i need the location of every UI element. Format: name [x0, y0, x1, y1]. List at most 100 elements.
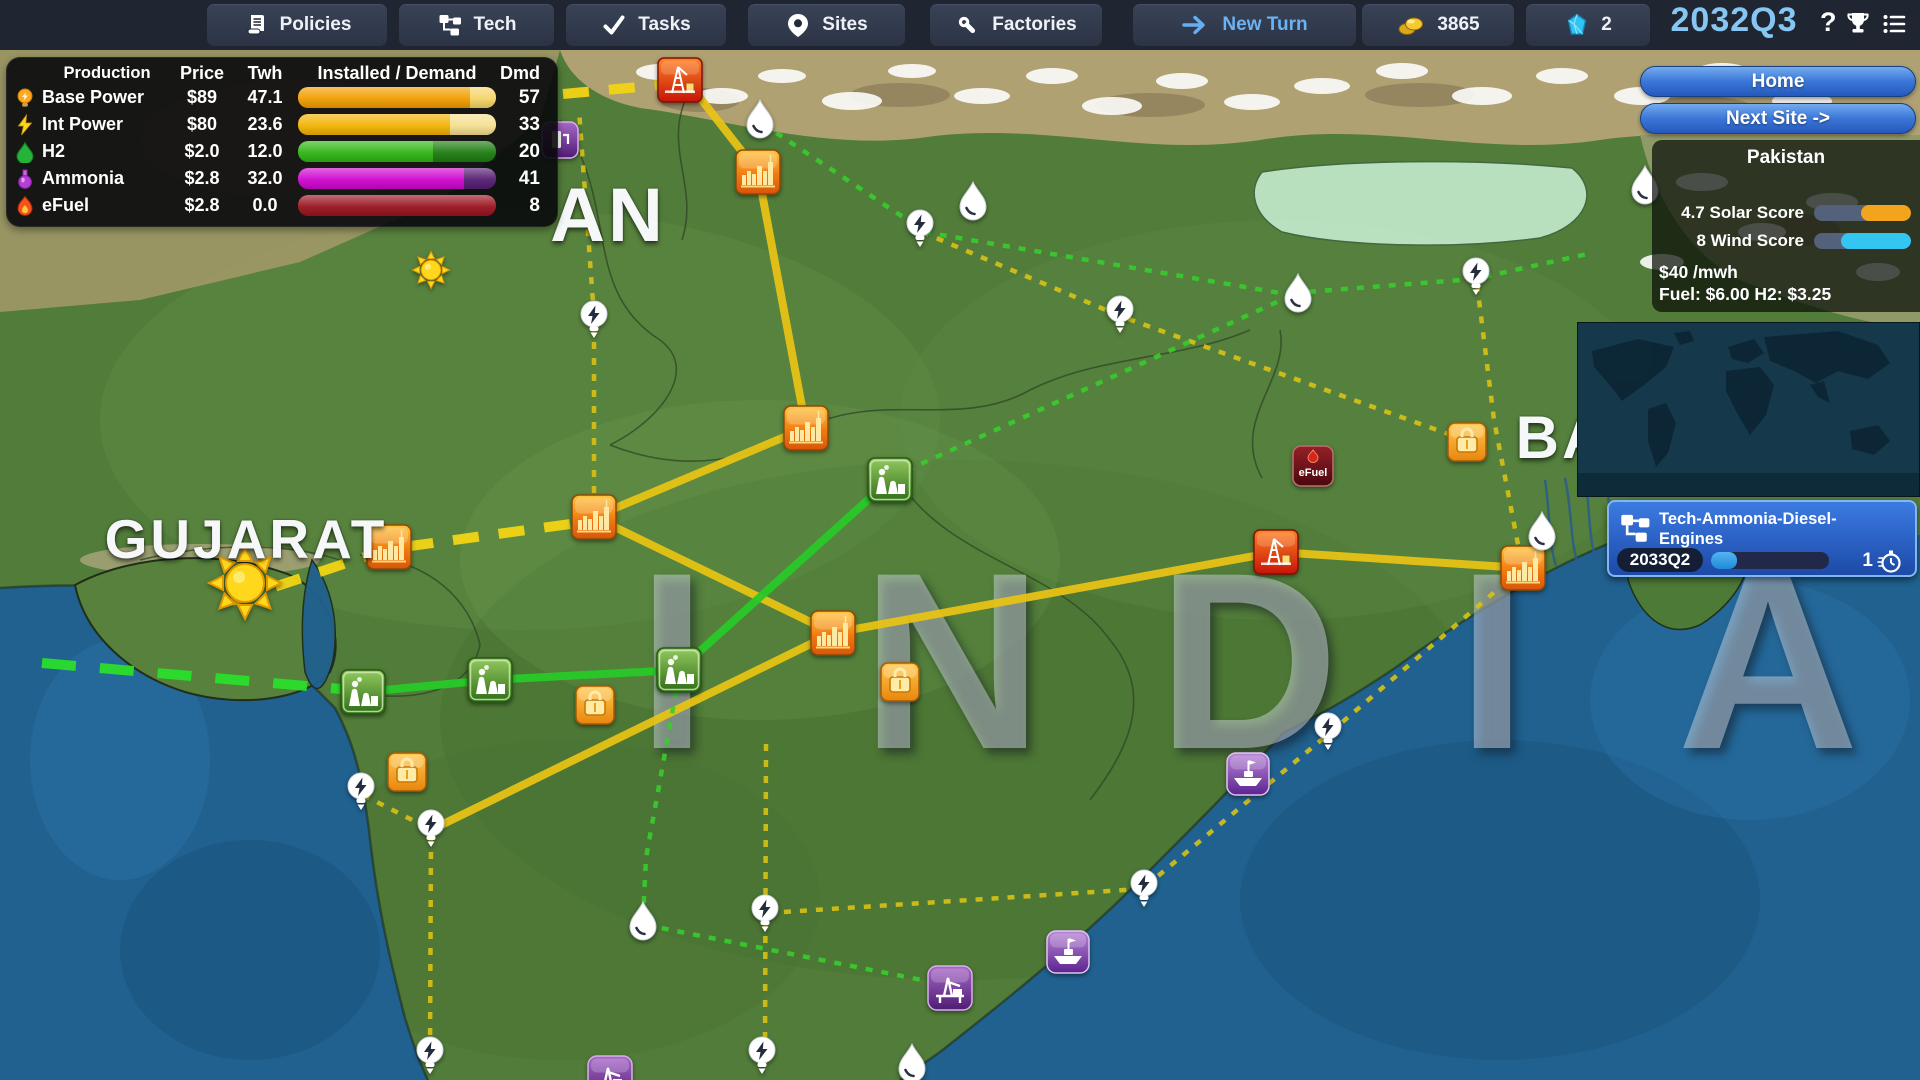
marker-ship[interactable]	[1046, 930, 1090, 974]
col-installed-demand: Installed / Demand	[298, 64, 496, 82]
svg-text:eFuel: eFuel	[1299, 467, 1328, 479]
research-eta: 2033Q2	[1617, 548, 1703, 572]
marker-efuel[interactable]: eFuel	[1292, 445, 1334, 487]
marker-factory[interactable]	[867, 457, 913, 503]
fuel-prices: Fuel: $6.00 H2: $3.25	[1659, 284, 1831, 305]
research-title: Tech-Ammonia-Diesel- Engines	[1659, 509, 1837, 549]
marker-bulb[interactable]	[905, 208, 935, 252]
production-panel: Production Price Twh Installed / Demand …	[6, 57, 558, 227]
marker-city[interactable]	[783, 405, 829, 451]
bulb-icon	[14, 87, 42, 109]
capacity-bar	[298, 141, 496, 162]
marker-goods[interactable]	[387, 752, 427, 792]
production-row-base-power: Base Power $89 47.1 57	[14, 84, 550, 111]
col-production: Production	[42, 65, 172, 82]
game-date: 2032Q3	[1652, 1, 1816, 40]
marker-factory[interactable]	[467, 657, 513, 703]
production-row-int-power: Int Power $80 23.6 33	[14, 111, 550, 138]
marker-drop[interactable]	[956, 180, 990, 224]
tab-policies[interactable]: Policies	[207, 4, 387, 46]
crystal-icon	[1564, 12, 1590, 38]
tech-tree-icon	[437, 12, 463, 38]
marker-bulb[interactable]	[579, 299, 609, 343]
capacity-bar	[298, 168, 496, 189]
marker-factory[interactable]	[340, 669, 386, 715]
h2-drop-icon	[14, 141, 42, 163]
research-progress-bar	[1711, 552, 1829, 569]
trophy-button[interactable]	[1844, 9, 1872, 37]
marker-sun	[206, 544, 284, 622]
marker-drop[interactable]	[895, 1042, 929, 1080]
scroll-icon	[243, 12, 269, 38]
marker-bulb[interactable]	[750, 893, 780, 937]
marker-goods[interactable]	[1447, 422, 1487, 462]
tab-factories[interactable]: Factories	[930, 4, 1102, 46]
marker-rig[interactable]	[927, 965, 973, 1011]
production-row-efuel: eFuel $2.8 0.0 8	[14, 192, 550, 219]
wind-score-bar	[1814, 233, 1911, 249]
world-map-image	[1578, 323, 1919, 496]
col-twh: Twh	[232, 64, 298, 82]
bolt-icon	[14, 114, 42, 136]
marker-drop[interactable]	[1281, 272, 1315, 316]
marker-goods[interactable]	[880, 662, 920, 702]
marker-city[interactable]	[735, 149, 781, 195]
top-toolbar: Policies Tech Tasks Sites Factories New …	[0, 0, 1920, 50]
ammonia-flask-icon	[14, 168, 42, 190]
wind-score-label: 8 Wind Score	[1652, 232, 1804, 250]
marker-bulb[interactable]	[1105, 294, 1135, 338]
tab-sites[interactable]: Sites	[748, 4, 905, 46]
next-site-button[interactable]: Next Site ->	[1640, 103, 1916, 134]
marker-bulb[interactable]	[1313, 711, 1343, 755]
marker-goods[interactable]	[575, 685, 615, 725]
gold-coins-icon	[1396, 12, 1426, 38]
solar-score-label: 4.7 Solar Score	[1652, 204, 1804, 222]
arrow-right-icon	[1181, 12, 1211, 38]
production-row-ammonia: Ammonia $2.8 32.0 41	[14, 165, 550, 192]
research-progress-panel[interactable]: Tech-Ammonia-Diesel- Engines 2033Q2 1	[1607, 500, 1917, 577]
marker-bulb[interactable]	[346, 771, 376, 815]
checkmark-icon	[601, 12, 627, 38]
marker-rig[interactable]	[587, 1055, 633, 1080]
map-pin-icon	[785, 12, 811, 38]
world-minimap[interactable]	[1577, 322, 1920, 497]
crystal-resource[interactable]: 2	[1526, 4, 1650, 46]
marker-ship[interactable]	[1226, 752, 1270, 796]
power-price: $40 /mwh	[1659, 262, 1738, 283]
new-turn-button[interactable]: New Turn	[1133, 4, 1356, 46]
col-dmd: Dmd	[496, 64, 544, 82]
marker-bulb[interactable]	[1129, 868, 1159, 912]
game-screen: INDIA ANGUJARATBA eFuel	[0, 0, 1920, 1080]
marker-city[interactable]	[810, 610, 856, 656]
gold-amount: 3865	[1437, 14, 1479, 36]
marker-bulb[interactable]	[747, 1035, 777, 1079]
marker-city[interactable]	[366, 524, 412, 570]
marker-city[interactable]	[571, 494, 617, 540]
home-button[interactable]: Home	[1640, 66, 1916, 97]
tab-tech[interactable]: Tech	[399, 4, 554, 46]
marker-bulb[interactable]	[416, 808, 446, 852]
list-icon	[1880, 10, 1908, 38]
marker-oil[interactable]	[1253, 529, 1299, 575]
marker-factory[interactable]	[656, 647, 702, 693]
marker-bulb[interactable]	[1461, 256, 1491, 300]
marker-sun_small	[411, 250, 451, 290]
capacity-bar	[298, 114, 496, 135]
capacity-bar	[298, 195, 496, 216]
help-button[interactable]: ?	[1820, 7, 1837, 38]
tech-tree-icon	[1618, 511, 1652, 545]
tab-tasks[interactable]: Tasks	[566, 4, 726, 46]
solar-score-bar	[1814, 205, 1911, 221]
capacity-bar	[298, 87, 496, 108]
production-row-h2: H2 $2.0 12.0 20	[14, 138, 550, 165]
crystal-amount: 2	[1601, 14, 1612, 36]
country-name: Pakistan	[1652, 140, 1920, 169]
gold-resource[interactable]: 3865	[1362, 4, 1514, 46]
flame-icon	[14, 195, 42, 217]
marker-drop[interactable]	[626, 900, 660, 944]
log-button[interactable]	[1880, 10, 1908, 38]
marker-oil[interactable]	[657, 57, 703, 103]
marker-drop[interactable]	[743, 98, 777, 142]
marker-bulb[interactable]	[415, 1035, 445, 1079]
marker-drop[interactable]	[1525, 510, 1559, 554]
